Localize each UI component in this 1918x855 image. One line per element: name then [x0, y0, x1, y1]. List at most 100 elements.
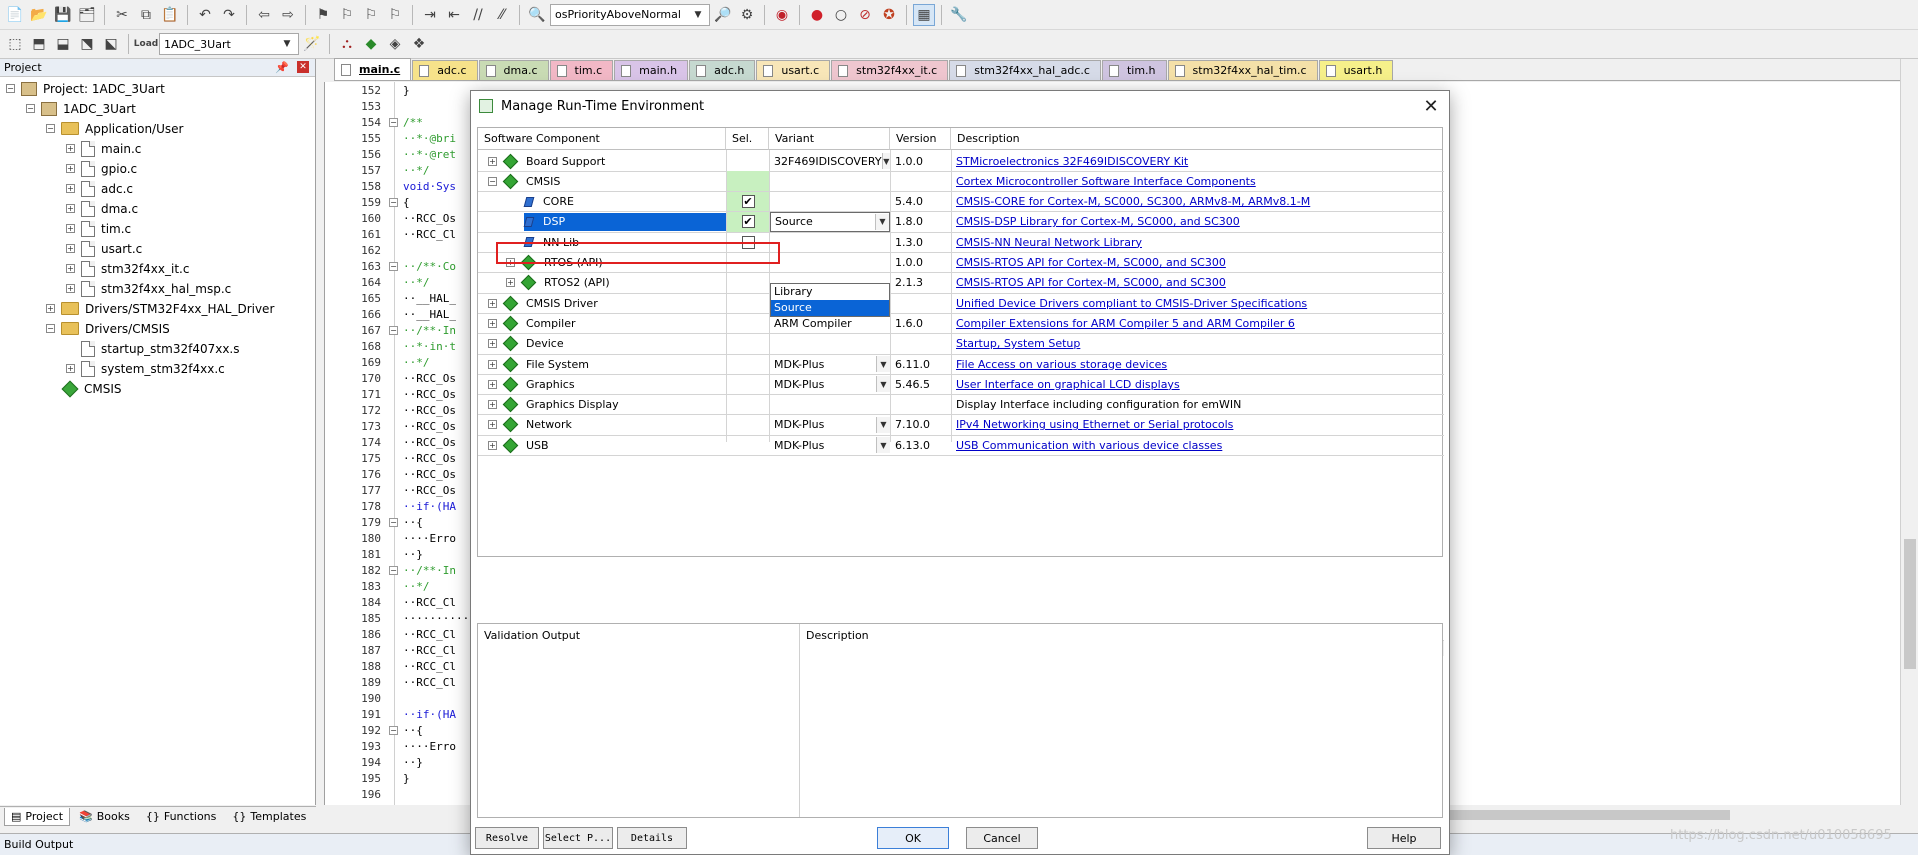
tree-item[interactable]: + dma.c: [66, 199, 138, 218]
ok-button[interactable]: OK: [877, 827, 949, 849]
scrollbar-thumb[interactable]: [1450, 810, 1730, 820]
dropdown-option[interactable]: Library: [771, 284, 889, 300]
description-link[interactable]: Startup, System Setup: [952, 334, 1442, 354]
col-header-component[interactable]: Software Component: [478, 128, 726, 150]
scrollbar-thumb[interactable]: [1904, 539, 1916, 669]
bookmark-prev-icon[interactable]: ⚐: [336, 4, 358, 26]
comment-icon[interactable]: //: [467, 4, 489, 26]
save-icon[interactable]: 💾: [52, 4, 74, 26]
tree-item[interactable]: + gpio.c: [66, 159, 137, 178]
chevron-down-icon[interactable]: ▼: [875, 213, 889, 230]
stop-build-icon[interactable]: ⬕: [100, 33, 122, 55]
sel-cell[interactable]: [727, 313, 769, 333]
tree-expander-icon[interactable]: +: [66, 264, 75, 273]
save-all-icon[interactable]: 🗂: [76, 4, 98, 26]
col-header-variant[interactable]: Variant: [769, 128, 890, 150]
unindent-icon[interactable]: ⇤: [443, 4, 465, 26]
fold-toggle-icon[interactable]: −: [389, 198, 398, 207]
sel-cell[interactable]: ✔: [727, 211, 769, 232]
tree-expander-icon[interactable]: +: [66, 164, 75, 173]
tree-item[interactable]: + main.c: [66, 139, 141, 158]
select-packs-button[interactable]: Select P...: [543, 827, 613, 849]
description-link[interactable]: CMSIS-RTOS API for Cortex-M, SC000, and …: [952, 273, 1442, 293]
help-button[interactable]: Help: [1367, 827, 1441, 849]
tab-functions[interactable]: {} Functions: [139, 808, 224, 826]
file-extensions-icon[interactable]: ⛬: [336, 33, 358, 55]
fold-toggle-icon[interactable]: −: [389, 118, 398, 127]
batch-build-icon[interactable]: ⬔: [76, 33, 98, 55]
component-name-cell[interactable]: + Graphics Display: [484, 395, 724, 415]
sel-cell[interactable]: [727, 435, 769, 455]
tree-expander-icon[interactable]: −: [46, 124, 55, 133]
component-name-cell[interactable]: + Compiler: [484, 313, 724, 333]
description-link[interactable]: STMicroelectronics 32F469IDISCOVERY Kit: [952, 151, 1442, 171]
sel-cell[interactable]: [727, 273, 769, 293]
description-link[interactable]: CMSIS-DSP Library for Cortex-M, SC000, a…: [952, 212, 1442, 232]
tree-expander-icon[interactable]: +: [488, 318, 497, 328]
variant-cell[interactable]: MDK-Plus ▼: [770, 415, 890, 435]
tree-item[interactable]: + usart.c: [66, 239, 142, 258]
tree-expander-icon[interactable]: −: [26, 104, 35, 113]
component-name-cell[interactable]: + CMSIS Driver: [484, 293, 724, 313]
copy-icon[interactable]: ⧉: [135, 4, 157, 26]
tree-expander-icon[interactable]: +: [488, 339, 497, 349]
tree-expander-icon[interactable]: +: [506, 278, 515, 288]
editor-horizontal-scrollbar[interactable]: [1450, 807, 1902, 823]
chevron-down-icon[interactable]: ▼: [881, 153, 890, 169]
file-tab[interactable]: stm32f4xx_hal_adc.c: [949, 60, 1101, 80]
description-link[interactable]: CMSIS-RTOS API for Cortex-M, SC000, and …: [952, 253, 1442, 273]
file-tab[interactable]: dma.c: [478, 60, 549, 80]
tree-expander-icon[interactable]: −: [488, 176, 497, 186]
sel-cell[interactable]: [727, 354, 769, 374]
sel-cell[interactable]: [727, 293, 769, 313]
variant-cell[interactable]: Source ▼: [770, 211, 890, 232]
file-tab[interactable]: stm32f4xx_hal_tim.c: [1167, 60, 1318, 80]
fold-toggle-icon[interactable]: −: [389, 518, 398, 527]
description-link[interactable]: Compiler Extensions for ARM Compiler 5 a…: [952, 313, 1442, 333]
col-header-version[interactable]: Version: [890, 128, 951, 150]
tree-item[interactable]: + stm32f4xx_it.c: [66, 259, 189, 278]
cancel-button[interactable]: Cancel: [966, 827, 1038, 849]
close-icon[interactable]: ✕: [1413, 91, 1449, 121]
translate-icon[interactable]: ⬚: [4, 33, 26, 55]
find-in-files-icon[interactable]: 🔍: [526, 4, 548, 26]
bookmark-icon[interactable]: ⚑: [312, 4, 334, 26]
tree-expander-icon[interactable]: +: [66, 204, 75, 213]
build-icon[interactable]: ⬒: [28, 33, 50, 55]
rebuild-icon[interactable]: ⬓: [52, 33, 74, 55]
bookmark-clear-icon[interactable]: ⚐: [384, 4, 406, 26]
tree-item[interactable]: + tim.c: [66, 219, 131, 238]
file-tab[interactable]: tim.h: [1101, 60, 1167, 80]
breakpoint-disable-icon[interactable]: ○: [830, 4, 852, 26]
tree-item[interactable]: − Drivers/CMSIS: [46, 319, 170, 338]
debug-icon[interactable]: ◉: [771, 4, 793, 26]
col-header-description[interactable]: Description: [951, 128, 1442, 150]
target-combo[interactable]: 1ADC_3Uart ▼: [159, 33, 299, 55]
editor-vertical-scrollbar[interactable]: [1900, 59, 1918, 805]
component-name-cell[interactable]: + Graphics: [484, 374, 724, 394]
sel-cell[interactable]: [727, 374, 769, 394]
priority-combo[interactable]: osPriorityAboveNormal ▼: [550, 3, 710, 26]
file-tab[interactable]: usart.c: [756, 60, 831, 80]
sel-cell[interactable]: [727, 334, 769, 354]
component-name-cell[interactable]: + USB: [484, 435, 724, 455]
chevron-down-icon[interactable]: ▼: [876, 376, 890, 393]
component-name-cell[interactable]: DSP: [502, 212, 724, 232]
tree-item[interactable]: + adc.c: [66, 179, 133, 198]
fold-toggle-icon[interactable]: −: [389, 326, 398, 335]
tree-expander-icon[interactable]: +: [66, 184, 75, 193]
tree-item[interactable]: − Project: 1ADC_3Uart: [6, 79, 165, 98]
sel-cell[interactable]: [727, 415, 769, 435]
tab-templates[interactable]: {} Templates: [225, 808, 313, 826]
tree-expander-icon[interactable]: +: [488, 156, 497, 166]
component-name-cell[interactable]: CORE: [502, 192, 724, 212]
description-link[interactable]: CMSIS-CORE for Cortex-M, SC000, SC300, A…: [952, 192, 1442, 212]
nav-forward-icon[interactable]: ⇨: [277, 4, 299, 26]
undo-icon[interactable]: ↶: [194, 4, 216, 26]
tree-item[interactable]: + Drivers/STM32F4xx_HAL_Driver: [46, 299, 274, 318]
tree-expander-icon[interactable]: +: [488, 298, 497, 308]
tree-item[interactable]: + stm32f4xx_hal_msp.c: [66, 279, 231, 298]
tab-books[interactable]: 📚 Books: [72, 808, 137, 826]
tree-expander-icon[interactable]: +: [488, 440, 497, 450]
chevron-down-icon[interactable]: ▼: [876, 356, 890, 372]
